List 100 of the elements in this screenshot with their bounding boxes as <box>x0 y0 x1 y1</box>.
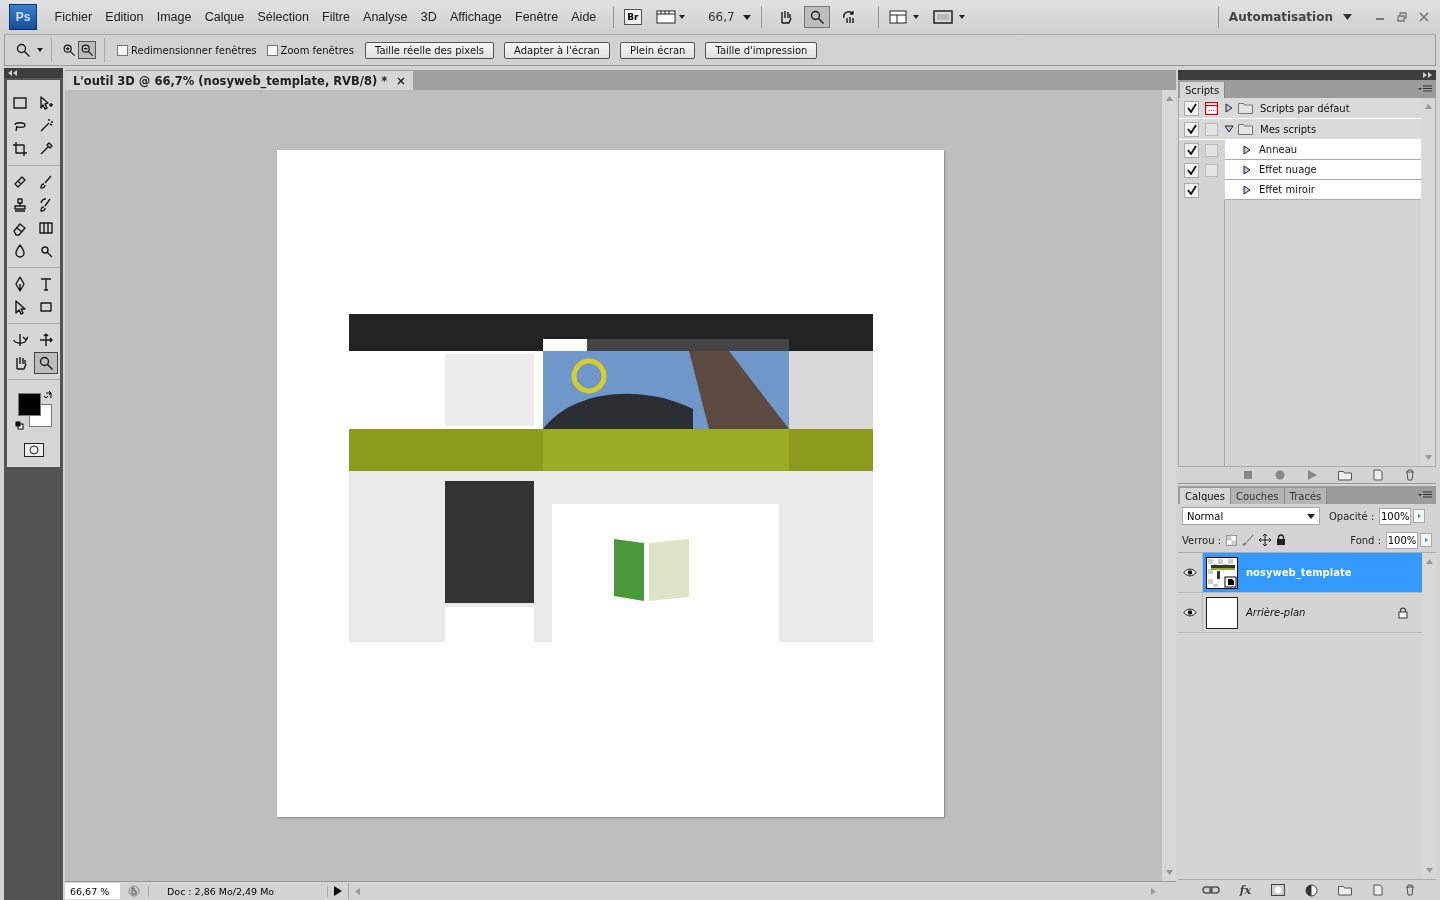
panel-tab[interactable]: Tracés <box>1284 488 1328 504</box>
document-status-icon[interactable] <box>128 885 140 897</box>
collapsed-triangle-icon[interactable] <box>1224 103 1234 113</box>
brush-icon[interactable] <box>1242 534 1255 546</box>
view-extras-icon[interactable] <box>655 9 686 25</box>
lock-label: Verrou : <box>1182 534 1222 546</box>
zoom-out-icon <box>80 43 94 57</box>
panel-tab[interactable]: Scripts <box>1180 82 1226 98</box>
dialog-icon[interactable] <box>1205 101 1218 115</box>
opacity-field[interactable]: 100% <box>1379 507 1412 525</box>
eye-icon[interactable] <box>1183 608 1197 617</box>
menu-item[interactable]: Aide <box>564 10 603 24</box>
screen-mode-icon[interactable] <box>932 9 967 25</box>
checkmark-icon <box>1186 103 1197 113</box>
option-button[interactable]: Adapter à l'écran <box>504 41 610 59</box>
panel-tab[interactable]: Calques <box>1180 488 1231 504</box>
collapse-icon[interactable] <box>8 70 17 76</box>
mask-icon[interactable] <box>1271 884 1285 896</box>
restore-icon[interactable] <box>1396 11 1408 23</box>
menu-item[interactable]: Fenêtre <box>508 10 565 24</box>
app-logo[interactable]: Ps <box>9 4 37 30</box>
caret-icon[interactable] <box>1343 14 1352 20</box>
blend-mode-dropdown[interactable]: Normal <box>1182 507 1320 525</box>
script-item[interactable]: Anneau <box>1259 144 1298 155</box>
folder-icon[interactable] <box>1338 884 1352 896</box>
menu-item[interactable]: Affichage <box>443 10 509 24</box>
zoom-level-dropdown[interactable]: 66,7 <box>707 10 751 24</box>
zoom-tool[interactable] <box>803 6 830 28</box>
document-tab[interactable]: L'outil 3D @ 66,7% (nosyweb_template, RVB/8) * <box>65 71 414 90</box>
document-info: Doc : 2,86 Mo/2,49 Mo <box>148 885 328 897</box>
menu-item[interactable]: Fichier <box>48 10 99 24</box>
eraser-icon <box>11 220 28 236</box>
zoom-icon <box>15 42 31 58</box>
new-item-icon[interactable] <box>1372 469 1384 481</box>
option-button[interactable]: Taille réelle des pixels <box>364 41 495 59</box>
caret-icon[interactable] <box>1307 513 1315 519</box>
collapsed-triangle-icon[interactable] <box>1243 184 1251 195</box>
zoom-out-button[interactable] <box>78 41 96 59</box>
toggle-checkbox[interactable] <box>1184 182 1199 198</box>
collapsed-triangle-icon[interactable] <box>1243 144 1251 155</box>
opacity-label: Opacité : <box>1329 510 1375 522</box>
script-item[interactable]: Effet nuage <box>1259 164 1317 175</box>
rotate-view-icon <box>840 9 857 25</box>
move-icon <box>37 95 54 111</box>
adjustment-icon[interactable] <box>1305 883 1318 897</box>
dialog-toggle[interactable] <box>1205 163 1218 177</box>
trash-icon[interactable] <box>1404 884 1416 896</box>
status-menu-arrow-icon[interactable] <box>334 886 342 896</box>
zoom-in-icon <box>62 43 76 57</box>
lock-transparency-icon[interactable] <box>1226 534 1238 546</box>
workspace-dropdown[interactable]: Automatisation <box>1228 10 1352 24</box>
menu-item[interactable]: Image <box>150 10 199 24</box>
option-button[interactable]: Plein écran <box>619 41 696 59</box>
toggle-checkbox[interactable] <box>1184 162 1199 178</box>
eye-icon[interactable] <box>1183 568 1197 577</box>
menu-item[interactable]: Filtre <box>315 10 357 24</box>
new-layer-icon[interactable] <box>1372 884 1384 896</box>
script-item[interactable]: Effet miroir <box>1259 184 1315 195</box>
crop-icon <box>11 141 28 157</box>
menu-item[interactable]: Edition <box>98 10 151 24</box>
caret-icon[interactable] <box>37 48 43 52</box>
move-cross-icon[interactable] <box>1259 534 1272 546</box>
menu-item[interactable]: Analyse <box>356 10 415 24</box>
collapsed-triangle-icon[interactable] <box>1243 164 1251 175</box>
dialog-toggle[interactable] <box>1205 143 1218 157</box>
checkbox[interactable] <box>266 44 278 56</box>
panel-tab[interactable]: Couches <box>1230 488 1285 504</box>
zoom-field[interactable]: 66,67 % <box>65 883 120 899</box>
panel-menu-icon[interactable] <box>1418 85 1432 93</box>
fill-field[interactable]: 100% <box>1386 531 1418 549</box>
quick-mask-icon[interactable] <box>23 443 44 457</box>
menu-item[interactable]: Sélection <box>250 10 316 24</box>
checkmark-icon <box>1186 185 1197 195</box>
lock-icon[interactable] <box>1276 534 1287 546</box>
link-icon[interactable] <box>1201 885 1220 895</box>
panel-menu-icon[interactable] <box>1418 491 1432 499</box>
arrange-documents-icon[interactable] <box>888 9 921 25</box>
bridge-button[interactable]: Br <box>623 9 642 25</box>
layer-thumbnail <box>1206 556 1238 589</box>
checkbox[interactable] <box>117 44 128 56</box>
tool-preset-picker[interactable] <box>15 42 43 58</box>
toggle-checkbox[interactable] <box>1184 100 1199 116</box>
folder-icon <box>1238 123 1254 135</box>
layer-style-button[interactable]: fx <box>1239 883 1251 897</box>
brush-icon <box>37 174 54 190</box>
toggle-checkbox[interactable] <box>1184 142 1199 158</box>
trash-icon[interactable] <box>1404 469 1416 481</box>
expanded-triangle-icon[interactable] <box>1224 124 1234 134</box>
option-button[interactable]: Taille d'impression <box>705 41 818 59</box>
caret-icon[interactable] <box>742 14 751 20</box>
menu-item[interactable]: 3D <box>414 10 444 24</box>
menu-item[interactable]: Calque <box>198 10 251 24</box>
folder-icon[interactable] <box>1338 469 1352 481</box>
layer-row[interactable]: Arrière-plan <box>1203 593 1422 632</box>
zoom-tool[interactable] <box>33 352 58 374</box>
dialog-toggle[interactable] <box>1205 122 1218 136</box>
script-set[interactable]: Mes scripts <box>1260 123 1317 135</box>
toggle-checkbox[interactable] <box>1184 121 1199 137</box>
close-icon[interactable] <box>397 76 406 85</box>
expand-icon[interactable] <box>1423 72 1432 78</box>
